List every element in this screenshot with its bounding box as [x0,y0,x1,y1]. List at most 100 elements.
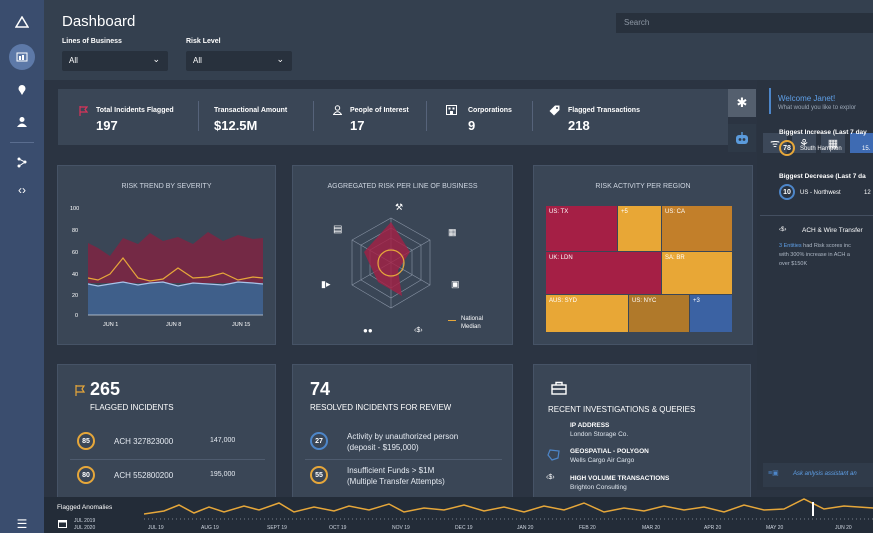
month-tick: NOV 19 [392,525,410,531]
month-tick: OCT 19 [329,525,347,531]
kpi-value: 9 [468,118,476,133]
gear-icon[interactable]: ✱ [728,89,756,117]
alert-link[interactable]: 3 Entities [779,243,802,249]
month-tick: JUL 19 [148,525,164,531]
alert-text: 3 Entities had Risk scores inc [779,243,851,249]
ask-assistant-input[interactable]: ≡▣ Ask anlysis assistant an [763,463,873,487]
lob-select[interactable]: All ⌄ [62,51,168,71]
person-icon [333,105,342,115]
divider [70,459,265,460]
y-tick: 0 [75,313,79,319]
increase-name[interactable]: South Hampton [800,146,842,152]
kpi-value: 218 [568,118,590,133]
search-input[interactable]: Search [616,13,873,33]
kpi-strip: Total Incidents Flagged 197 Transactiona… [58,89,728,145]
kpi-label: Total Incidents Flagged [96,107,174,114]
query-sub: Wells Cargo Air Cargo [570,457,635,464]
flagged-incidents-card: 265 FLAGGED INCIDENTS 85 ACH 327823000 1… [57,364,276,497]
trend-plot [88,232,264,316]
incident-amount: 147,000 [210,437,236,444]
decrease-value: 12 [864,190,871,196]
dashboard-icon[interactable] [9,44,35,70]
building-icon [446,105,457,115]
y-tick: 60 [72,250,79,256]
risk-label: Risk Level [186,38,221,45]
location-icon[interactable] [0,78,44,102]
region-cell[interactable]: SA: BR [662,252,732,294]
card-title: AGGREGATED RISK PER LINE OF BUSINESS [327,183,478,190]
alert-line: with 300% increase in ACH a [779,252,850,258]
resolved-line1[interactable]: Activity by unauthorized person [347,432,458,441]
increase-title: Biggest Increase (Last 7 day [779,129,867,136]
filter-settings-icon[interactable]: ☰ [0,512,44,533]
month-tick: DEC 19 [455,525,473,531]
score-badge: 78 [779,140,795,156]
investigations-title: RECENT INVESTIGATIONS & QUERIES [548,405,696,414]
divider [313,101,314,131]
incident-name[interactable]: ACH 552800200 [114,471,173,480]
lob-label: Lines of Business [62,38,122,45]
robot-icon[interactable] [728,124,756,152]
incident-name[interactable]: ACH 327823000 [114,437,173,446]
kpi-label: Corporations [468,107,512,114]
ask-placeholder: Ask anlysis assistant an [793,471,857,477]
divider [305,459,502,460]
assistant-prompt: What would you like to explor [778,105,857,111]
chevron-down-icon: ⌄ [276,54,284,64]
score-badge: 27 [310,432,328,450]
radar-plot [351,217,431,309]
month-tick: MAR 20 [642,525,661,531]
card-title: RISK ACTIVITY PER REGION [595,183,691,190]
alert-title: ACH & Wire Transfer [802,227,863,234]
resolved-line1[interactable]: Insufficient Funds > $1M [347,466,434,475]
divider [426,101,427,131]
region-cell[interactable]: US: CA [662,206,732,251]
calendar-icon[interactable] [58,519,67,528]
user-icon[interactable] [0,110,44,134]
transfer-icon: ‹$› [546,474,555,481]
divider [760,215,873,216]
score-badge: 10 [779,184,795,200]
logo-icon[interactable] [0,10,44,34]
code-icon[interactable]: ‹› [0,178,44,202]
risk-select[interactable]: All ⌄ [186,51,292,71]
query-title[interactable]: GEOSPATIAL - POLYGON [570,448,649,455]
flag-icon [75,385,86,396]
query-sub: Brighton Consulting [570,484,627,491]
divider [198,101,199,131]
score-badge: 85 [77,432,95,450]
region-cell[interactable]: +5 [618,206,661,251]
query-title[interactable]: HIGH VOLUME TRANSACTIONS [570,475,669,482]
resolved-incidents-card: 74 RESOLVED INCIDENTS FOR REVIEW 27 Acti… [292,364,513,497]
legend-label: National Median [461,316,484,330]
divider [532,101,533,131]
region-cell[interactable]: AUS: SYD [546,295,628,332]
accent-bar [769,88,771,114]
decrease-name[interactable]: US - Northwest [800,190,841,196]
x-tick: JUN 1 [103,322,119,328]
x-tick: JUN 15 [232,322,251,328]
network-icon[interactable] [0,150,44,174]
month-tick: JAN 20 [517,525,534,531]
kpi-label: Flagged Transactions [568,107,640,114]
region-cell[interactable]: US: TX [546,206,617,251]
timeline-label: Flagged Anomalies [57,504,113,511]
month-tick: FEB 20 [579,525,596,531]
timeline-handle[interactable] [812,502,814,516]
briefcase-icon: ▣ [451,279,460,289]
month-tick: APR 20 [704,525,722,531]
risk-trend-card: RISK TREND BY SEVERITY 100 80 60 40 20 0… [57,165,276,345]
region-cell[interactable]: UK: LDN [546,252,661,294]
decrease-title: Biggest Decrease (Last 7 da [779,173,866,180]
region-cell[interactable]: +3 [690,295,732,332]
kpi-value: 17 [350,118,365,133]
y-tick: 80 [72,228,79,234]
region-cell[interactable]: US: NYC [629,295,689,332]
query-sub: London Storage Co. [570,431,629,438]
query-title[interactable]: IP ADDRESS [570,422,609,429]
welcome-text: Welcome Janet! [778,94,836,103]
date-end: JUL 2020 [74,525,96,531]
kpi-label: Transactional Amount [214,107,288,114]
risk-region-card: RISK ACTIVITY PER REGION US: TX +5 US: C… [533,165,753,345]
alert-line: over $150K [779,261,808,267]
